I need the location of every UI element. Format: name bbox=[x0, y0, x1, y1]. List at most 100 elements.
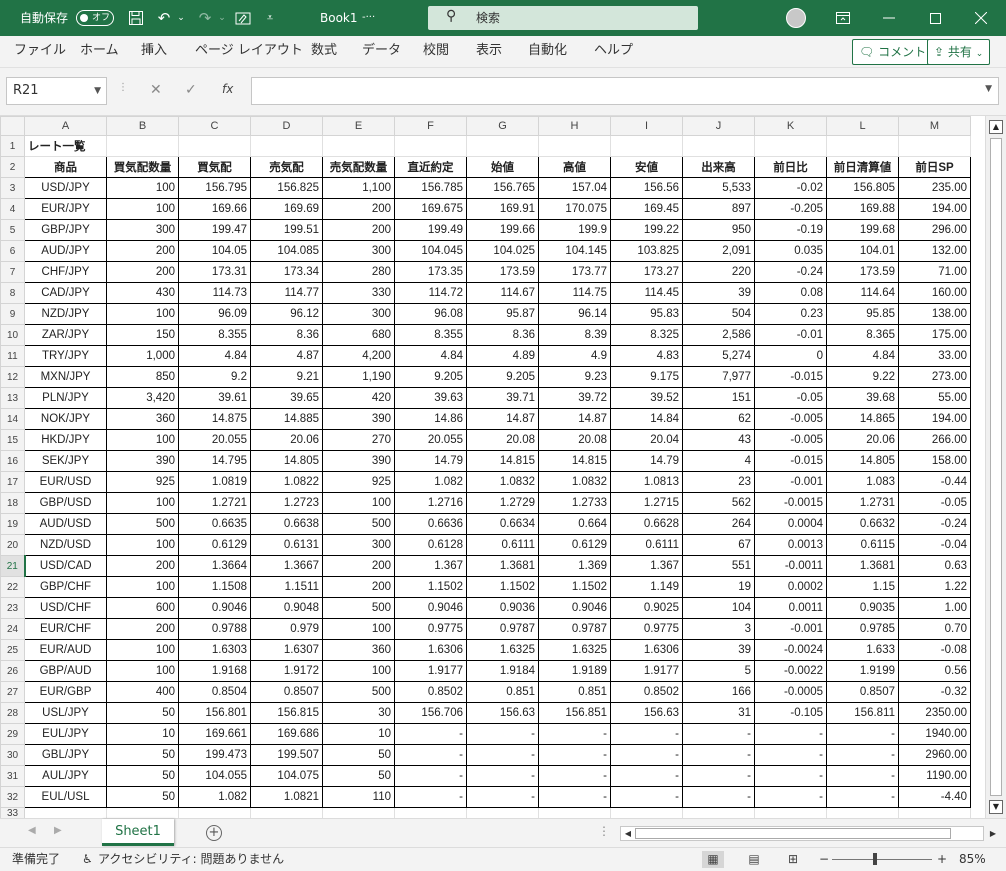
cell[interactable]: 14.87 bbox=[466, 408, 539, 430]
tab-page-layout[interactable]: ページ レイアウト bbox=[195, 36, 303, 68]
cell[interactable] bbox=[394, 807, 467, 818]
cell[interactable]: 96.09 bbox=[178, 303, 251, 325]
cell[interactable]: GBP/JPY bbox=[24, 219, 107, 241]
cell[interactable]: 14.86 bbox=[394, 408, 467, 430]
cell[interactable]: 39.65 bbox=[250, 387, 323, 409]
cell[interactable]: 199.507 bbox=[250, 744, 323, 766]
cell[interactable]: 10 bbox=[106, 723, 179, 745]
cell[interactable]: 0 bbox=[754, 345, 827, 367]
scroll-up-icon[interactable]: ▲ bbox=[989, 120, 1003, 134]
cell[interactable]: 8.355 bbox=[394, 324, 467, 346]
cell[interactable]: 1.367 bbox=[394, 555, 467, 577]
cell[interactable]: TRY/JPY bbox=[24, 345, 107, 367]
tab-home[interactable]: ホーム bbox=[80, 36, 119, 68]
cell[interactable] bbox=[610, 807, 683, 818]
cell[interactable]: 100 bbox=[106, 303, 179, 325]
formula-input[interactable]: ▼ bbox=[251, 77, 999, 105]
cell[interactable]: 200 bbox=[322, 576, 395, 598]
row-header[interactable]: 27 bbox=[0, 681, 25, 703]
cell[interactable]: NZD/JPY bbox=[24, 303, 107, 325]
cell[interactable]: 0.9046 bbox=[178, 597, 251, 619]
cell[interactable]: 0.9785 bbox=[826, 618, 899, 640]
cell[interactable]: 4.83 bbox=[610, 345, 683, 367]
cell[interactable]: 20.055 bbox=[178, 429, 251, 451]
cell[interactable]: 300 bbox=[322, 240, 395, 262]
scroll-down-icon[interactable]: ▼ bbox=[989, 800, 1003, 814]
cell[interactable]: 1.15 bbox=[826, 576, 899, 598]
row-header[interactable]: 2 bbox=[0, 156, 25, 178]
cell[interactable] bbox=[24, 807, 107, 818]
cell[interactable]: -0.04 bbox=[898, 534, 971, 556]
cell[interactable]: -0.02 bbox=[754, 177, 827, 199]
cell[interactable]: 安値 bbox=[610, 156, 683, 178]
row-header[interactable]: 15 bbox=[0, 429, 25, 451]
cell[interactable]: 1.2716 bbox=[394, 492, 467, 514]
scroll-right-icon[interactable]: ▶ bbox=[987, 828, 999, 839]
cell[interactable]: 500 bbox=[322, 681, 395, 703]
cell[interactable]: 19 bbox=[682, 576, 755, 598]
horizontal-scrollbar[interactable]: ◀ ▶ bbox=[620, 826, 996, 841]
cell[interactable]: 266.00 bbox=[898, 429, 971, 451]
cell[interactable]: GBP/CHF bbox=[24, 576, 107, 598]
row-header[interactable]: 9 bbox=[0, 303, 25, 325]
cell[interactable]: 0.8502 bbox=[610, 681, 683, 703]
cell[interactable]: 199.51 bbox=[250, 219, 323, 241]
cell[interactable]: 1.9199 bbox=[826, 660, 899, 682]
cell[interactable]: 39.61 bbox=[178, 387, 251, 409]
cell[interactable]: 7,977 bbox=[682, 366, 755, 388]
cell[interactable]: 200 bbox=[106, 240, 179, 262]
cell[interactable]: 39.63 bbox=[394, 387, 467, 409]
cell[interactable]: 156.63 bbox=[610, 702, 683, 724]
zoom-level[interactable]: 85% bbox=[959, 848, 986, 871]
cell[interactable]: 114.45 bbox=[610, 282, 683, 304]
cell[interactable] bbox=[898, 135, 971, 157]
cell[interactable]: 8.325 bbox=[610, 324, 683, 346]
cell[interactable]: 20.06 bbox=[826, 429, 899, 451]
cell[interactable]: 売気配数量 bbox=[322, 156, 395, 178]
cell[interactable]: 0.8502 bbox=[394, 681, 467, 703]
cell[interactable]: GBP/USD bbox=[24, 492, 107, 514]
cell[interactable]: 156.785 bbox=[394, 177, 467, 199]
cell[interactable]: 4.84 bbox=[178, 345, 251, 367]
cell[interactable]: 104.085 bbox=[250, 240, 323, 262]
maximize-icon[interactable] bbox=[912, 0, 958, 36]
tab-review[interactable]: 校閲 bbox=[423, 36, 449, 68]
cell[interactable]: 100 bbox=[322, 492, 395, 514]
cell[interactable]: 0.6111 bbox=[466, 534, 539, 556]
cell[interactable]: 0.6128 bbox=[394, 534, 467, 556]
cell[interactable]: 9.205 bbox=[394, 366, 467, 388]
cell[interactable]: 14.875 bbox=[178, 408, 251, 430]
cell[interactable]: -0.24 bbox=[898, 513, 971, 535]
cell[interactable]: - bbox=[826, 765, 899, 787]
cell[interactable]: EUL/JPY bbox=[24, 723, 107, 745]
cell[interactable]: 156.56 bbox=[610, 177, 683, 199]
cell[interactable] bbox=[250, 135, 323, 157]
cell[interactable]: - bbox=[466, 786, 539, 808]
comment-button[interactable]: 🗨 コメント bbox=[852, 39, 934, 65]
tab-split-handle[interactable]: ⋮ bbox=[598, 824, 610, 838]
cell[interactable]: 1.00 bbox=[898, 597, 971, 619]
cell[interactable]: - bbox=[826, 723, 899, 745]
cell[interactable]: 前日清算値 bbox=[826, 156, 899, 178]
row-header[interactable]: 30 bbox=[0, 744, 25, 766]
cell[interactable]: -0.0024 bbox=[754, 639, 827, 661]
cell[interactable]: 1.3667 bbox=[250, 555, 323, 577]
cell[interactable]: 1190.00 bbox=[898, 765, 971, 787]
cell[interactable]: - bbox=[682, 765, 755, 787]
cell[interactable] bbox=[322, 135, 395, 157]
cell[interactable]: - bbox=[394, 744, 467, 766]
row-header[interactable]: 18 bbox=[0, 492, 25, 514]
cell[interactable]: -0.001 bbox=[754, 471, 827, 493]
cell[interactable]: 95.83 bbox=[610, 303, 683, 325]
cell[interactable]: 200 bbox=[322, 555, 395, 577]
cell[interactable]: 296.00 bbox=[898, 219, 971, 241]
cell[interactable]: CHF/JPY bbox=[24, 261, 107, 283]
row-header[interactable]: 11 bbox=[0, 345, 25, 367]
cell[interactable]: 1.0819 bbox=[178, 471, 251, 493]
cell[interactable]: 562 bbox=[682, 492, 755, 514]
cell[interactable]: 114.75 bbox=[538, 282, 611, 304]
cell[interactable]: 100 bbox=[106, 492, 179, 514]
cell[interactable]: 1940.00 bbox=[898, 723, 971, 745]
cell[interactable]: 0.664 bbox=[538, 513, 611, 535]
cell[interactable]: -0.19 bbox=[754, 219, 827, 241]
